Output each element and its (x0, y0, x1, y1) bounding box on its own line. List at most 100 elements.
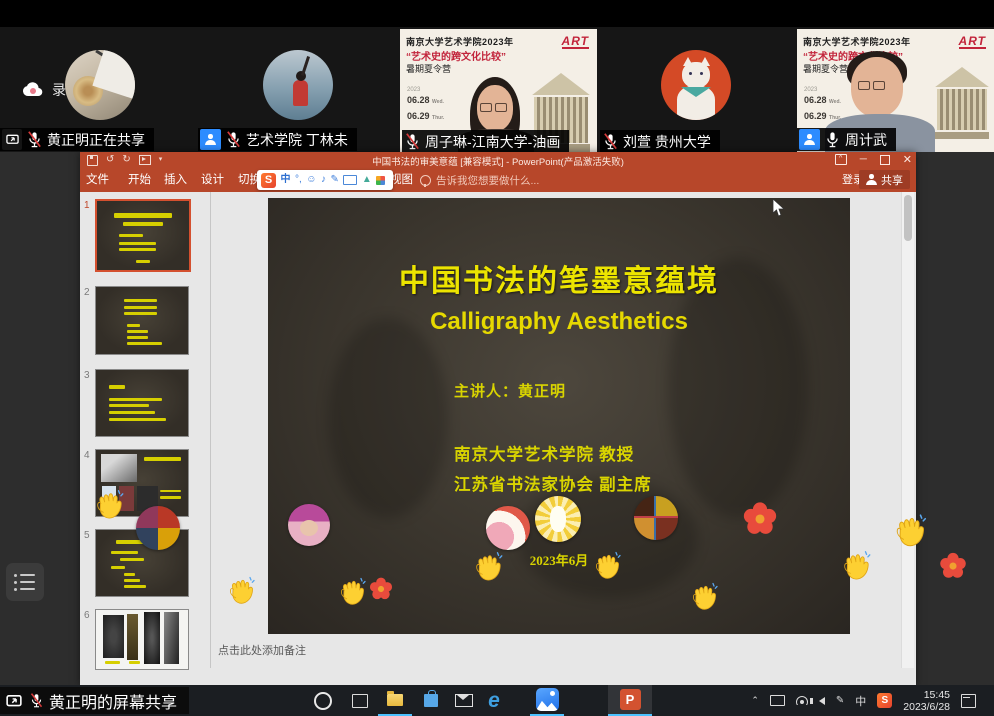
ime-toolbox-icon[interactable] (376, 176, 385, 185)
slide-thumbnail-1[interactable] (95, 199, 191, 272)
poster-line2: “艺术史的跨文化比较” (406, 48, 506, 63)
ime-mode-indicator[interactable]: 中 (855, 693, 866, 709)
slide-thumbnail-3[interactable] (95, 369, 189, 437)
pen-tray-icon[interactable]: ✎ (836, 695, 844, 706)
ppt-content-area: 1 2 (80, 192, 916, 668)
touch-keyboard-icon[interactable] (770, 695, 785, 706)
poster-year: 2023 (407, 87, 420, 93)
slide-subtitle: Calligraphy Aesthetics (268, 308, 850, 336)
participant-label: 黄正明正在共享 (0, 128, 154, 151)
ime-toolbar[interactable]: S 中 °, ☺ ♪ ✎ ▲ (257, 170, 393, 190)
shared-screen: ↺ ↻ ▾ 中国书法的审美意蕴 [兼容模式] - PowerPoint(产品激活… (0, 152, 994, 685)
figure-body (293, 80, 308, 106)
clock[interactable]: 15:45 2023/6/28 (903, 689, 950, 713)
network-icon[interactable] (796, 696, 808, 705)
slide-affiliation-2: 江苏省书法家协会 副主席 (454, 471, 652, 495)
slide-affiliation-1: 南京大学艺术学院 教授 (454, 441, 634, 465)
close-button[interactable]: ✕ (903, 153, 912, 166)
tell-me-label: 告诉我您想要做什么... (436, 173, 539, 188)
mic-muted-icon (602, 132, 619, 151)
scrollbar-thumb[interactable] (904, 195, 912, 241)
poster-line3: 暑期夏令营 (406, 62, 451, 75)
temple-graphic (935, 67, 989, 139)
glasses (480, 103, 507, 112)
poster-line1: 南京大学艺术学院2023年 (406, 35, 514, 48)
slide-thumbnail-5[interactable] (95, 529, 189, 597)
art-logo: ART (959, 35, 986, 49)
vertical-scrollbar[interactable] (901, 192, 914, 668)
ribbon-display-options-icon[interactable]: ^ (835, 154, 847, 165)
poster-date2: 06.29 Thur. (407, 111, 444, 121)
minimize-button[interactable]: ─ (860, 154, 867, 165)
participant-video-strip: 录制中 黄正明正在共享 艺术学院 丁 (0, 27, 994, 152)
screen-share-icon (4, 690, 24, 711)
store-button[interactable] (414, 685, 448, 716)
tab-design[interactable]: 设计 (201, 168, 224, 192)
avatar[interactable] (263, 50, 333, 120)
task-view-button[interactable] (343, 685, 377, 716)
poster-date1: 06.28 Wed. (804, 95, 841, 105)
participant-label: 艺术学院 丁林未 (198, 128, 357, 151)
ime-emoji-icon[interactable]: ☺ (306, 170, 316, 190)
cortana-button[interactable] (306, 685, 340, 716)
slide-thumbnail-6[interactable] (95, 609, 189, 670)
tab-home[interactable]: 开始 (128, 168, 151, 192)
art-logo: ART (562, 35, 589, 49)
ime-pen-icon[interactable]: ✎ (331, 170, 339, 190)
participant-name: 周子琳-江南大学-油画 (425, 132, 560, 152)
ime-punct-icon[interactable]: °, (295, 170, 302, 190)
ime-mode-icon[interactable]: 中 (281, 170, 291, 190)
avatar[interactable] (65, 50, 135, 120)
slide-canvas[interactable]: 中国书法的笔墨意蕴境 Calligraphy Aesthetics 主讲人：黄正… (268, 198, 850, 634)
notes-placeholder[interactable]: 点击此处添加备注 (218, 642, 306, 658)
slide-thumbnail-4[interactable] (95, 449, 189, 517)
file-explorer-button[interactable] (378, 685, 412, 716)
ppt-title-bar[interactable]: ↺ ↻ ▾ 中国书法的审美意蕴 [兼容模式] - PowerPoint(产品激活… (80, 152, 916, 168)
tray-date: 2023/6/28 (903, 701, 950, 713)
window-controls: ^ ─ ✕ (835, 153, 912, 166)
glasses (858, 81, 885, 90)
sogou-logo-icon[interactable]: S (261, 173, 276, 188)
slide-thumbnail-2[interactable] (95, 286, 189, 355)
tray-expand-icon[interactable]: ⌃ (751, 695, 759, 706)
tab-view[interactable]: 视图 (390, 168, 413, 192)
edge-button[interactable]: e (477, 685, 511, 716)
cat-ear (683, 57, 693, 66)
ime-keyboard-icon[interactable] (343, 175, 357, 185)
ppt-ribbon-tabs: 文件 开始 插入 设计 切换 视图 S 中 °, ☺ ♪ ✎ ▲ (80, 168, 916, 192)
screen-share-banner: 黄正明的屏幕共享 (0, 687, 189, 714)
window-title: 中国书法的审美意蕴 [兼容模式] - PowerPoint(产品激活失败) (80, 154, 916, 168)
ime-skin-icon[interactable]: ▲ (362, 170, 372, 190)
thumb-number: 6 (84, 610, 90, 621)
mic-on-icon (824, 130, 841, 149)
powerpoint-taskbar-button[interactable]: P (608, 685, 652, 716)
member-list-button[interactable] (6, 563, 44, 601)
ppt-share-button[interactable]: 共享 (859, 170, 910, 189)
list-icon (14, 574, 44, 577)
meeting-app-window: 录制中 黄正明正在共享 艺术学院 丁 (0, 0, 994, 716)
meeting-app-button[interactable] (530, 685, 564, 716)
poster-line1: 南京大学艺术学院2023年 (803, 35, 911, 48)
pane-divider[interactable] (210, 192, 211, 668)
member-icon (200, 129, 221, 150)
screen-share-icon (2, 129, 22, 150)
action-center-icon[interactable] (961, 694, 976, 708)
slide-date: 2023年6月 (268, 550, 850, 569)
mouse-cursor (772, 199, 785, 218)
tab-file[interactable]: 文件 (86, 168, 109, 192)
sogou-tray-icon[interactable]: S (877, 693, 892, 708)
thumb-number: 5 (84, 530, 90, 541)
thumb-number: 1 (84, 200, 90, 211)
ime-mic-icon[interactable]: ♪ (321, 170, 326, 190)
mic-muted-icon (26, 130, 43, 149)
cat-eye (700, 72, 703, 75)
tell-me-box[interactable]: 告诉我您想要做什么... (420, 168, 539, 192)
tab-insert[interactable]: 插入 (164, 168, 187, 192)
thumb-number: 3 (84, 370, 90, 381)
lightbulb-icon (420, 175, 431, 186)
avatar[interactable] (661, 50, 731, 120)
restore-button[interactable] (880, 155, 890, 165)
person-icon (866, 174, 877, 185)
volume-icon[interactable] (819, 697, 825, 705)
mail-button[interactable] (447, 685, 481, 716)
